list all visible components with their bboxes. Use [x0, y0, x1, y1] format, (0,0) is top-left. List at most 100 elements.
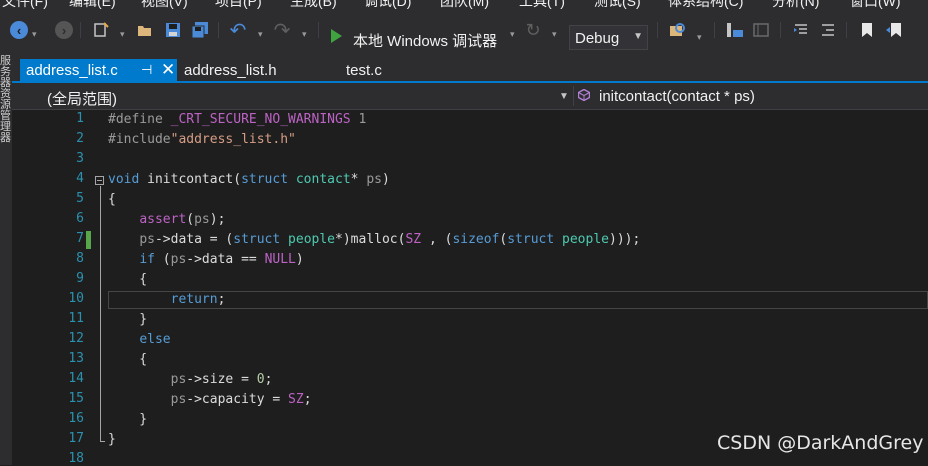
- redo-icon[interactable]: ↷: [272, 19, 292, 42]
- code-token: initcontact(: [139, 172, 242, 187]
- save-icon[interactable]: [164, 19, 182, 41]
- tab-address-list-h[interactable]: address_list.h: [178, 59, 328, 83]
- code-line[interactable]: else: [108, 330, 170, 350]
- code-token: NULL: [264, 252, 296, 267]
- code-token: people: [288, 232, 336, 247]
- code-line[interactable]: ps->data = (struct people*)malloc(SZ , (…: [108, 230, 640, 250]
- find-in-files-icon[interactable]: [668, 19, 688, 41]
- scope-dropdown[interactable]: (全局范围): [47, 88, 117, 109]
- code-line[interactable]: #define _CRT_SECURE_NO_WARNINGS 1: [108, 110, 366, 130]
- code-line[interactable]: ps->size = 0;: [108, 370, 273, 390]
- code-token: ): [295, 252, 304, 267]
- member-dropdown[interactable]: initcontact(contact * ps): [599, 88, 755, 105]
- line-number: 17: [68, 431, 84, 446]
- code-token: struct: [241, 172, 289, 187]
- debugger-dropdown-icon[interactable]: ▾: [510, 29, 515, 40]
- change-marker: [86, 231, 91, 249]
- object-browser-icon[interactable]: [751, 19, 771, 41]
- line-number: 14: [68, 371, 84, 386]
- open-file-icon[interactable]: [136, 19, 154, 41]
- line-number: 12: [68, 331, 84, 346]
- toolbar-separator: [318, 22, 319, 38]
- menu-file[interactable]: 文件(F): [2, 0, 48, 10]
- redo-dropdown-icon[interactable]: ▾: [302, 29, 307, 40]
- menu-architecture[interactable]: 体系结构(C): [668, 0, 743, 10]
- bookmark-prev-icon[interactable]: [884, 19, 904, 41]
- tab-label: address_list.c: [26, 62, 118, 79]
- code-token: ->data = (: [154, 232, 234, 247]
- new-project-icon[interactable]: [92, 19, 110, 41]
- code-line[interactable]: }: [108, 410, 147, 430]
- code-token: #include: [108, 132, 171, 147]
- menu-build[interactable]: 生成(B): [290, 0, 337, 10]
- tab-test-c[interactable]: test.c: [340, 59, 410, 83]
- toolbar-separator: [780, 22, 781, 38]
- code-token: ): [381, 172, 390, 187]
- refresh-dropdown-icon[interactable]: ▾: [552, 29, 557, 40]
- watermark: CSDN @DarkAndGrey: [717, 432, 924, 454]
- code-line[interactable]: {: [108, 350, 147, 370]
- back-icon[interactable]: ‹: [10, 21, 28, 39]
- code-line[interactable]: void initcontact(struct contact* ps): [108, 170, 390, 190]
- navbar-separator: [573, 86, 574, 106]
- class-view-icon[interactable]: [725, 19, 745, 41]
- back-dropdown-icon[interactable]: ▾: [32, 29, 37, 40]
- code-token: sizeof: [452, 232, 500, 247]
- server-explorer-strip[interactable]: 服务器资源管理器: [0, 50, 12, 465]
- code-token: ;: [217, 292, 226, 307]
- menu-view[interactable]: 视图(V): [141, 0, 188, 10]
- code-line[interactable]: #include"address_list.h": [108, 130, 296, 150]
- code-line[interactable]: assert(ps);: [108, 210, 225, 230]
- undo-dropdown-icon[interactable]: ▾: [258, 29, 263, 40]
- code-line[interactable]: {: [108, 270, 147, 290]
- code-token: }: [108, 312, 148, 327]
- menu-project[interactable]: 项目(P): [215, 0, 262, 10]
- code-line[interactable]: }: [108, 310, 147, 330]
- forward-icon[interactable]: ›: [55, 21, 73, 39]
- code-line[interactable]: return;: [108, 290, 226, 310]
- line-number: 13: [68, 351, 84, 366]
- start-debugger-button[interactable]: 本地 Windows 调试器: [353, 30, 497, 51]
- comment-icon[interactable]: [819, 19, 837, 41]
- code-token: ps: [194, 212, 210, 227]
- toolbar-separator: [714, 22, 715, 38]
- line-number: 1: [76, 111, 84, 126]
- code-token: {: [108, 352, 148, 367]
- indent-icon[interactable]: [792, 19, 810, 41]
- code-line[interactable]: {: [108, 190, 116, 210]
- menu-analyze[interactable]: 分析(N): [772, 0, 819, 10]
- new-dropdown-icon[interactable]: ▾: [120, 29, 125, 40]
- code-token: contact: [295, 172, 351, 187]
- menu-tools[interactable]: 工具(T): [519, 0, 565, 10]
- code-line[interactable]: if (ps->data == NULL): [108, 250, 304, 270]
- line-number: 6: [76, 211, 84, 226]
- menu-debug[interactable]: 调试(D): [364, 0, 411, 10]
- line-number: 2: [76, 131, 84, 146]
- document-tabs: address_list.c ⊣ ✕ address_list.h test.c: [12, 50, 928, 83]
- bookmark-icon[interactable]: [859, 19, 875, 41]
- toolbar-separator: [657, 22, 658, 38]
- menu-test[interactable]: 测试(S): [594, 0, 641, 10]
- server-explorer-label: 服务器资源管理器: [0, 55, 11, 144]
- menu-edit[interactable]: 编辑(E): [69, 0, 116, 10]
- chevron-down-icon[interactable]: ▼: [559, 91, 569, 102]
- code-line[interactable]: }: [108, 430, 116, 450]
- find-dropdown-icon[interactable]: ▾: [697, 32, 702, 43]
- code-editor[interactable]: 1 2 3 4 5 6 7 8 9 10 11 12 13 14 15 16 17 18 #define _CRT…: [12, 110, 928, 466]
- collapse-icon[interactable]: [95, 176, 104, 185]
- tab-address-list-c[interactable]: address_list.c ⊣ ✕: [20, 59, 177, 83]
- save-all-icon[interactable]: [190, 19, 210, 41]
- code-line[interactable]: ps->capacity = SZ;: [108, 390, 312, 410]
- refresh-icon[interactable]: ↻: [524, 19, 542, 41]
- menu-team[interactable]: 团队(M): [440, 0, 489, 10]
- close-icon[interactable]: ✕: [161, 60, 175, 80]
- code-token: *)malloc(: [335, 232, 406, 247]
- undo-icon[interactable]: ↶: [228, 19, 248, 42]
- code-token: "address_list.h": [170, 132, 296, 147]
- solution-configuration-select[interactable]: Debug ▼: [569, 25, 648, 50]
- pin-icon[interactable]: ⊣: [141, 62, 152, 78]
- start-debugging-icon[interactable]: [331, 29, 342, 43]
- menu-window[interactable]: 窗口(W): [850, 0, 901, 10]
